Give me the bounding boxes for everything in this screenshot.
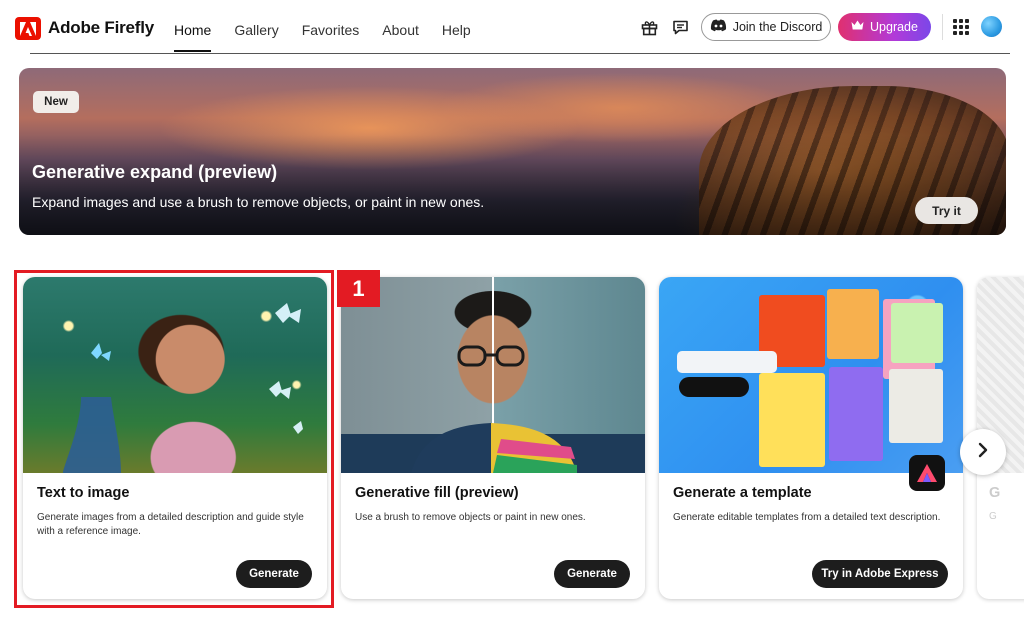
card-title: Generative fill (preview) [355, 485, 519, 501]
nav-about[interactable]: About [382, 0, 419, 56]
new-badge: New [33, 91, 79, 113]
try-in-adobe-express-button[interactable]: Try in Adobe Express [812, 560, 948, 588]
card-image-man-portrait [341, 277, 645, 473]
apps-grid-icon[interactable] [953, 19, 969, 35]
header-divider-line [30, 53, 1010, 54]
banner-title: Generative expand (preview) [32, 162, 278, 182]
upgrade-button[interactable]: Upgrade [838, 13, 931, 41]
gift-icon[interactable] [639, 17, 659, 37]
app-title[interactable]: Adobe Firefly [48, 18, 154, 38]
nav-home[interactable]: Home [174, 0, 212, 56]
try-it-button[interactable]: Try it [915, 197, 978, 224]
card-generate-template[interactable]: Generate a template Generate editable te… [659, 277, 963, 599]
highlight-box [14, 270, 334, 608]
join-discord-label: Join the Discord [732, 20, 823, 34]
adobe-logo-icon[interactable] [15, 17, 41, 40]
banner-subtitle: Expand images and use a brush to remove … [32, 194, 485, 210]
crown-icon [851, 20, 864, 34]
feedback-icon[interactable] [670, 17, 690, 37]
discord-icon [710, 19, 727, 35]
card-title: G [989, 485, 1001, 501]
join-discord-button[interactable]: Join the Discord [701, 13, 831, 41]
generate-button[interactable]: Generate [554, 560, 630, 588]
card-image-template-collage [659, 277, 963, 473]
chevron-right-icon [977, 442, 989, 463]
step-number-badge: 1 [337, 270, 380, 307]
adobe-express-logo-icon [909, 455, 945, 491]
top-header: Adobe Firefly Home Gallery Favorites Abo… [0, 0, 1024, 56]
card-generative-fill[interactable]: Generative fill (preview) Use a brush to… [341, 277, 645, 599]
avatar[interactable] [981, 16, 1002, 37]
header-divider [942, 14, 943, 40]
nav-gallery[interactable]: Gallery [234, 0, 278, 56]
card-description: Generate editable templates from a detai… [673, 512, 941, 523]
upgrade-label: Upgrade [870, 20, 918, 34]
main-nav: Home Gallery Favorites About Help [174, 0, 494, 56]
card-title: Generate a template [673, 485, 812, 501]
nav-help[interactable]: Help [442, 0, 471, 56]
nav-favorites[interactable]: Favorites [302, 0, 360, 56]
card-description: G [989, 511, 997, 522]
carousel-next-button[interactable] [960, 429, 1006, 475]
card-description: Use a brush to remove objects or paint i… [355, 512, 586, 523]
